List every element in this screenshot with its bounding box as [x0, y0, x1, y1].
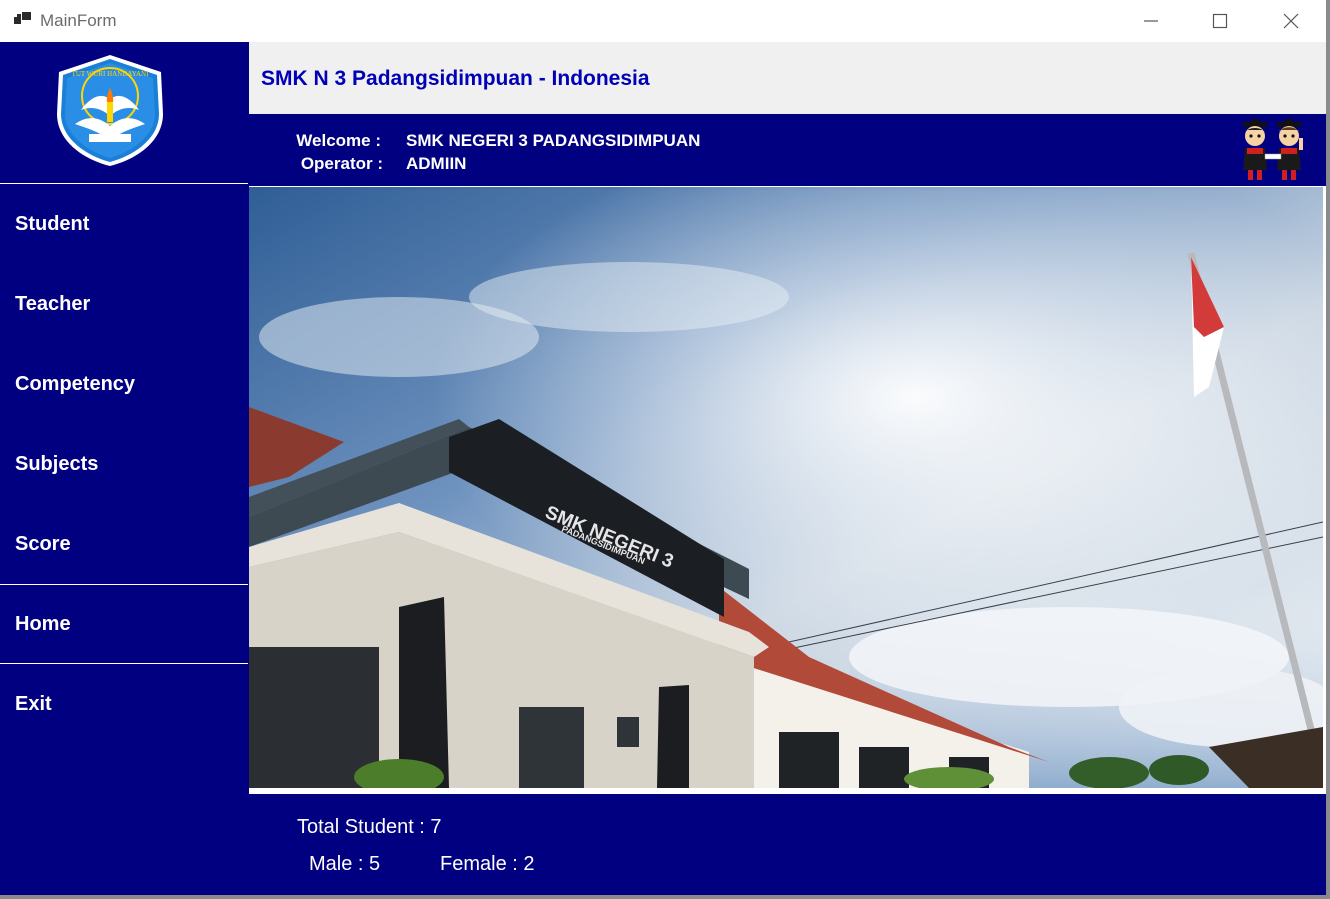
welcome-label: Welcome :: [296, 131, 381, 150]
close-button[interactable]: [1256, 0, 1326, 42]
logo-text: TUT WURI HANDAYANI: [72, 70, 150, 78]
sidebar-item-label: Home: [15, 612, 71, 635]
operator-value: ADMIIN: [406, 154, 467, 173]
sidebar-item-subjects[interactable]: Subjects: [0, 424, 248, 504]
male-count: Male : 5: [309, 853, 381, 875]
school-photo-frame: SMK NEGERI 3 PADANGSIDIMPUAN: [249, 186, 1326, 794]
window-border-right: [1326, 0, 1330, 899]
welcome-value: SMK NEGERI 3 PADANGSIDIMPUAN: [406, 131, 701, 150]
window-title: MainForm: [40, 11, 117, 30]
sidebar-item-label: Competency: [15, 372, 136, 395]
sidebar-item-label: Subjects: [15, 452, 99, 475]
sidebar-item-student[interactable]: Student: [0, 184, 248, 264]
student-stats: Total Student : 7 Male : 5 Female : 2: [249, 794, 1326, 895]
sidebar-item-label: Score: [15, 532, 71, 555]
window-border-bottom: [0, 895, 1330, 899]
sidebar-item-home[interactable]: Home: [0, 584, 248, 664]
page-title: SMK N 3 Padangsidimpuan - Indonesia: [261, 67, 650, 90]
school-building-photo: SMK NEGERI 3 PADANGSIDIMPUAN: [249, 187, 1323, 788]
operator-label: Operator :: [300, 154, 383, 173]
sidebar: TUT WURI HANDAYANI Student Teacher Compe…: [0, 42, 248, 895]
sidebar-item-label: Student: [15, 212, 90, 235]
header: SMK N 3 Padangsidimpuan - Indonesia: [249, 42, 1326, 114]
sidebar-item-exit[interactable]: Exit: [0, 664, 248, 744]
app-icon: [14, 12, 31, 24]
graduates-mascot-icon: [1243, 119, 1303, 180]
welcome-panel: Welcome : SMK NEGERI 3 PADANGSIDIMPUAN O…: [249, 114, 1326, 186]
sidebar-item-teacher[interactable]: Teacher: [0, 264, 248, 344]
total-student-count: Total Student : 7: [297, 816, 442, 838]
tut-wuri-handayani-logo: TUT WURI HANDAYANI: [57, 55, 163, 166]
minimize-button[interactable]: [1116, 0, 1186, 42]
sidebar-item-score[interactable]: Score: [0, 504, 248, 584]
logo-panel: TUT WURI HANDAYANI: [0, 42, 248, 184]
maximize-icon: [1212, 13, 1228, 29]
minimize-icon: [1144, 20, 1158, 22]
main-form: TUT WURI HANDAYANI Student Teacher Compe…: [0, 42, 1326, 895]
title-bar: MainForm: [0, 0, 1330, 42]
sidebar-item-competency[interactable]: Competency: [0, 344, 248, 424]
sidebar-item-label: Teacher: [15, 292, 91, 315]
maximize-button[interactable]: [1185, 0, 1255, 42]
sidebar-item-label: Exit: [15, 692, 52, 715]
close-icon: [1283, 13, 1299, 29]
female-count: Female : 2: [440, 853, 535, 875]
